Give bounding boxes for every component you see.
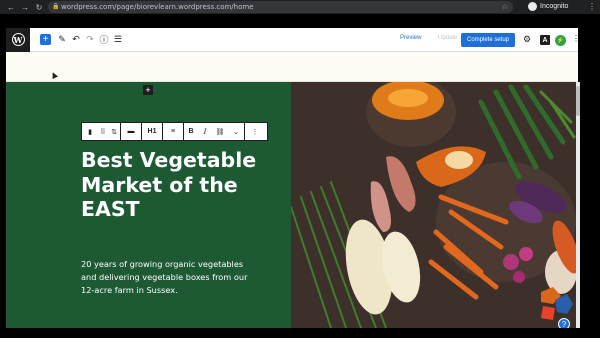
jetpack-icon[interactable]: ⚡ <box>555 35 566 46</box>
more-vertical-icon[interactable]: ⋮ <box>572 34 580 43</box>
list-view-icon[interactable]: ☰ <box>113 28 123 52</box>
redo-icon[interactable]: ↷ <box>85 28 95 52</box>
wordpress-logo-button[interactable]: W <box>6 27 30 52</box>
align-icon[interactable]: ≡ <box>163 123 183 140</box>
browser-bottom <box>0 328 600 338</box>
block-align-icon[interactable]: ▬ <box>121 123 141 140</box>
vegetables-image <box>291 82 576 328</box>
hero-description[interactable]: 20 years of growing organic vegetables a… <box>81 258 251 297</box>
pen-icon[interactable]: ✎ <box>57 28 67 52</box>
plus-icon[interactable]: + <box>40 34 51 45</box>
move-up-down-icon[interactable]: ⇅ <box>108 123 120 140</box>
block-toolbar: ▮ ⠿ ⇅ ▬ H1 ≡ B I ⛓ ⌄ ⋮ <box>81 122 268 141</box>
block-options-icon[interactable]: ⋮ <box>245 123 265 140</box>
complete-setup-button[interactable]: Complete setup <box>461 33 515 47</box>
bookmark-icon[interactable]: ▮ <box>82 123 98 140</box>
preview-button[interactable]: Preview <box>400 35 421 41</box>
wordpress-icon: W <box>11 33 25 46</box>
chrome-menu-icon[interactable]: ⋮ <box>588 2 596 11</box>
url-text: wordpress.com/page/biorevlearn.wordpress… <box>61 3 254 11</box>
canvas-scrollbar[interactable] <box>576 82 580 328</box>
incognito-label: Incognito <box>540 3 569 10</box>
browser-spacer <box>0 14 600 28</box>
hero-heading[interactable]: Best Vegetable Market of the EAST <box>81 148 286 222</box>
editor-canvas-top <box>6 52 578 82</box>
lock-icon: 🔒 <box>52 4 60 10</box>
chevron-down-icon[interactable]: ⌄ <box>228 123 244 140</box>
update-button[interactable]: Update <box>438 35 457 41</box>
browser-toolbar: ← → ↻ 🔒 wordpress.com/page/biorevlearn.w… <box>0 0 600 14</box>
info-icon[interactable]: ⓘ <box>99 28 109 52</box>
astra-settings-button[interactable]: A <box>540 35 550 45</box>
italic-button[interactable]: I <box>198 123 212 140</box>
back-icon[interactable]: ← <box>5 1 17 13</box>
undo-icon[interactable]: ↶ <box>71 28 81 52</box>
address-bar[interactable]: 🔒 wordpress.com/page/biorevlearn.wordpre… <box>48 1 513 13</box>
incognito-indicator[interactable]: Incognito <box>528 2 568 11</box>
bold-button[interactable]: B <box>184 123 198 140</box>
hero-image[interactable] <box>291 82 576 328</box>
block-inserter-plus-icon[interactable]: + <box>143 85 153 95</box>
editor-header: W + ✎ ↶ ↷ ⓘ ☰ Preview Update Complete se… <box>6 27 580 52</box>
gear-icon[interactable]: ⚙ <box>523 34 531 45</box>
bookmark-star-icon[interactable]: ☆ <box>502 3 508 11</box>
drag-handle-icon[interactable]: ⠿ <box>98 123 108 140</box>
forward-icon[interactable]: → <box>19 1 31 13</box>
scrollbar-thumb[interactable] <box>576 86 580 116</box>
incognito-icon <box>528 2 537 11</box>
link-icon[interactable]: ⛓ <box>212 123 228 140</box>
heading-level-button[interactable]: H1 <box>142 123 162 140</box>
reload-icon[interactable]: ↻ <box>33 1 45 13</box>
